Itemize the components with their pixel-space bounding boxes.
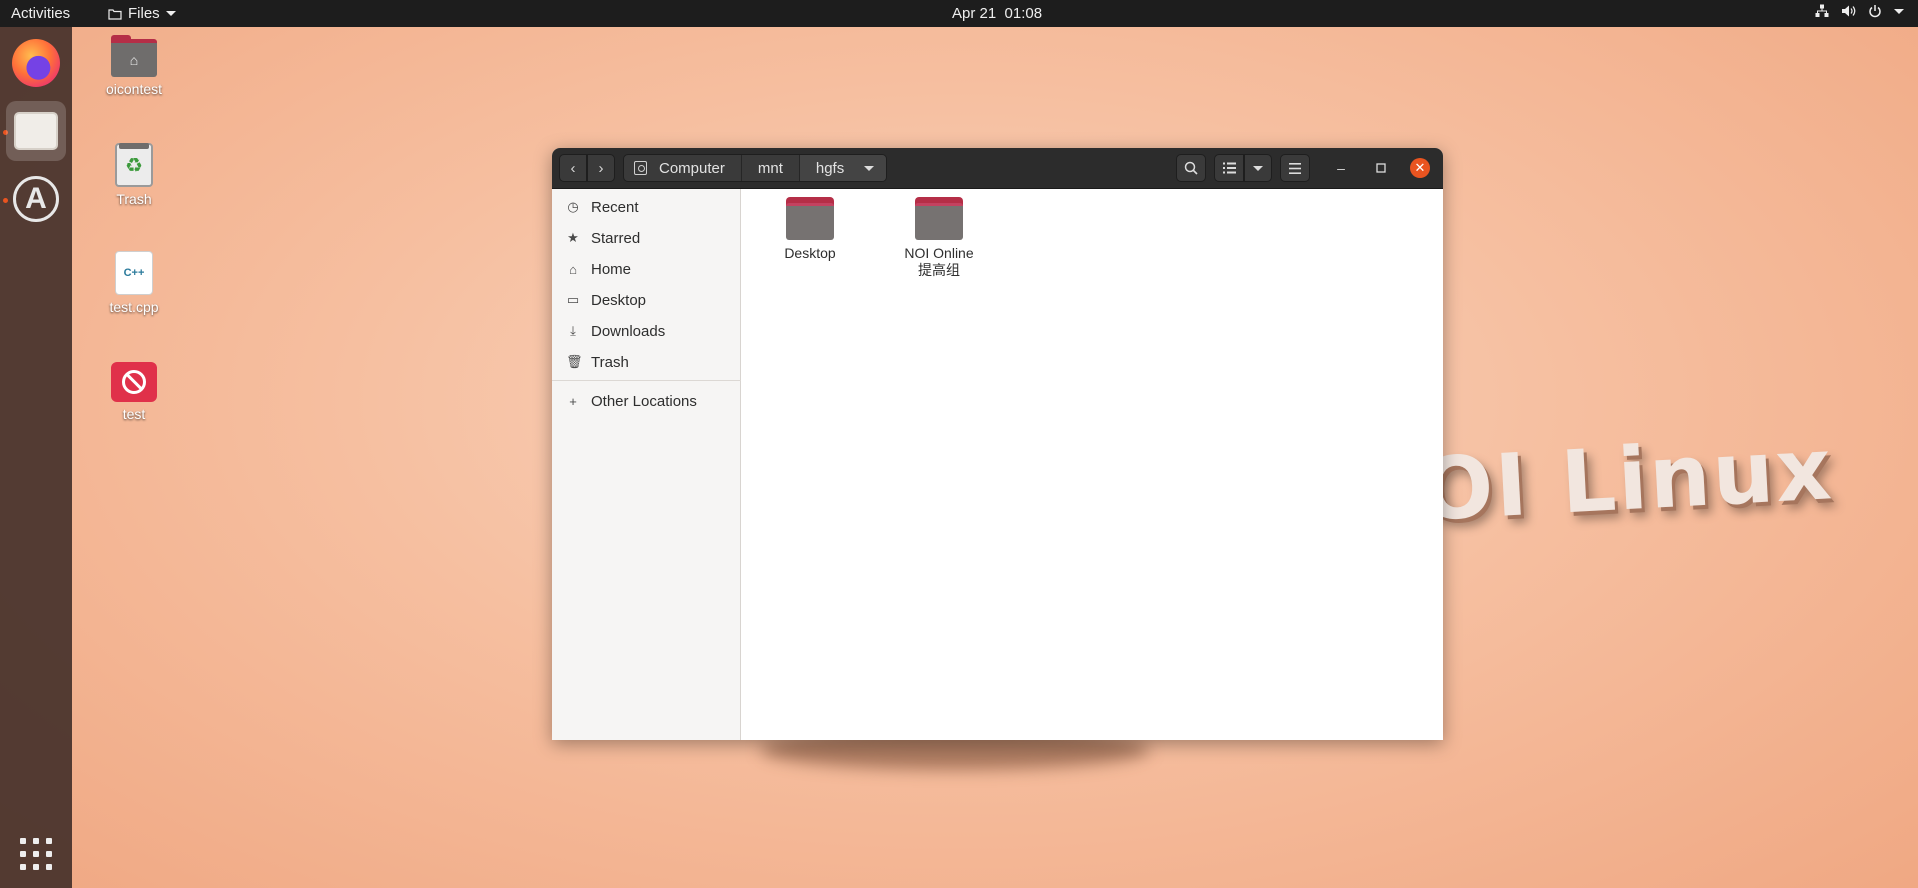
- show-applications-grid-icon[interactable]: [20, 838, 52, 870]
- desktop-icon-label: test: [122, 406, 146, 422]
- close-icon: ✕: [1414, 160, 1426, 175]
- sidebar-separator: [552, 380, 741, 381]
- chevron-left-icon: ‹: [570, 159, 576, 177]
- breadcrumb-label: mnt: [757, 159, 783, 177]
- folder-icon: [108, 8, 122, 20]
- sidebar-item-label: Other Locations: [591, 392, 697, 410]
- system-tray[interactable]: [1815, 4, 1904, 18]
- sidebar-item-starred[interactable]: ★ Starred: [552, 222, 741, 254]
- clock[interactable]: Apr 21 01:08: [952, 5, 1042, 22]
- sidebar-item-other-locations[interactable]: + Other Locations: [552, 385, 741, 417]
- maximize-button[interactable]: [1371, 158, 1391, 178]
- desktop-icon-trash[interactable]: ♻ Trash: [89, 143, 179, 207]
- dock-files[interactable]: [6, 101, 66, 161]
- view-options-button[interactable]: [1244, 154, 1272, 182]
- chevron-down-icon: [1253, 165, 1263, 171]
- chevron-down-icon: [1894, 8, 1904, 14]
- desktop-icon-label: oicontest: [105, 81, 163, 97]
- broken-executable-icon: [111, 362, 157, 402]
- clock-icon: ◷: [567, 199, 579, 214]
- breadcrumb-computer[interactable]: Computer: [624, 155, 742, 181]
- folder-label: Desktop: [784, 245, 836, 261]
- desktop-icon-label: test.cpp: [109, 299, 159, 315]
- trash-icon: ♻: [115, 143, 153, 187]
- breadcrumb-mnt[interactable]: mnt: [742, 155, 800, 181]
- top-bar: Activities Files Apr 21 01:08: [0, 0, 1918, 27]
- chevron-right-icon: ›: [598, 159, 604, 177]
- breadcrumb-label: hgfs: [815, 159, 845, 177]
- minimize-button[interactable]: –: [1331, 158, 1351, 178]
- chevron-down-icon: [165, 11, 176, 16]
- sidebar-item-trash[interactable]: 🗑︎ Trash: [552, 346, 741, 378]
- sidebar-item-label: Home: [591, 260, 632, 278]
- places-sidebar: ◷ Recent ★ Starred ⌂ Home ▭ Desktop ⤓ Do…: [552, 189, 741, 740]
- sidebar-item-home[interactable]: ⌂ Home: [552, 253, 741, 285]
- trash-icon: 🗑︎: [566, 354, 583, 369]
- software-store-icon: A: [13, 176, 59, 222]
- dock-software[interactable]: A: [6, 169, 66, 229]
- files-app-icon: [14, 112, 58, 150]
- star-icon: ★: [567, 230, 579, 245]
- chevron-down-icon: [864, 165, 875, 171]
- home-folder-icon: ⌂: [111, 35, 157, 77]
- breadcrumb-label: Computer: [659, 159, 725, 177]
- sidebar-item-desktop[interactable]: ▭ Desktop: [552, 284, 741, 316]
- sidebar-item-label: Recent: [591, 198, 639, 216]
- home-icon: ⌂: [569, 261, 577, 277]
- app-menu[interactable]: Files: [108, 5, 176, 22]
- dock-firefox[interactable]: [6, 33, 66, 93]
- hamburger-menu-icon: [1289, 162, 1301, 174]
- breadcrumb-hgfs[interactable]: hgfs: [799, 155, 887, 181]
- firefox-icon: [12, 39, 60, 87]
- back-button[interactable]: ‹: [559, 154, 587, 182]
- minimize-icon: –: [1337, 160, 1345, 176]
- maximize-icon: [1376, 163, 1386, 173]
- cpp-file-icon: C++: [115, 251, 153, 295]
- desktop-icon-test-cpp[interactable]: C++ test.cpp: [89, 251, 179, 315]
- plus-icon: +: [569, 393, 577, 409]
- folder-label: NOI Online 提高组: [904, 245, 974, 278]
- list-view-icon: [1222, 162, 1236, 174]
- dock: A: [0, 27, 72, 888]
- sidebar-item-label: Desktop: [591, 291, 647, 309]
- folder-item-noi-online[interactable]: NOI Online 提高组: [889, 197, 989, 279]
- desktop-icon-oicontest[interactable]: ⌂ oicontest: [89, 35, 179, 97]
- app-menu-label: Files: [128, 5, 160, 22]
- search-button[interactable]: [1176, 154, 1206, 182]
- sidebar-item-label: Trash: [591, 353, 629, 371]
- folder-item-desktop[interactable]: Desktop: [760, 197, 860, 262]
- desktop-icon-test[interactable]: test: [89, 362, 179, 422]
- power-icon: [1869, 5, 1881, 18]
- breadcrumb: Computer mnt hgfs: [623, 154, 888, 182]
- network-icon: [1815, 4, 1829, 17]
- main-menu-button[interactable]: [1280, 154, 1310, 182]
- file-view[interactable]: Desktop NOI Online 提高组: [742, 189, 1443, 740]
- volume-icon: [1842, 5, 1856, 17]
- sidebar-item-label: Starred: [591, 229, 641, 247]
- drive-icon: [634, 161, 647, 175]
- header-bar[interactable]: ‹ › Computer mnt hgfs – ✕: [552, 148, 1443, 189]
- view-list-button[interactable]: [1214, 154, 1244, 182]
- wallpaper-logo-text: OI Linux: [1417, 419, 1836, 541]
- download-icon: ⤓: [570, 323, 576, 338]
- sidebar-item-downloads[interactable]: ⤓ Downloads: [552, 315, 741, 347]
- close-button[interactable]: ✕: [1410, 158, 1430, 178]
- folder-icon: [786, 197, 834, 240]
- desktop-icon: ▭: [566, 292, 580, 307]
- sidebar-item-recent[interactable]: ◷ Recent: [552, 191, 741, 223]
- activities-button[interactable]: Activities: [11, 5, 70, 22]
- search-icon: [1184, 161, 1198, 175]
- desktop-icon-label: Trash: [116, 191, 152, 207]
- forward-button[interactable]: ›: [587, 154, 615, 182]
- file-manager-window: ‹ › Computer mnt hgfs – ✕ ◷ Recent ★ Sta…: [552, 148, 1443, 740]
- sidebar-item-label: Downloads: [591, 322, 666, 340]
- folder-icon: [915, 197, 963, 240]
